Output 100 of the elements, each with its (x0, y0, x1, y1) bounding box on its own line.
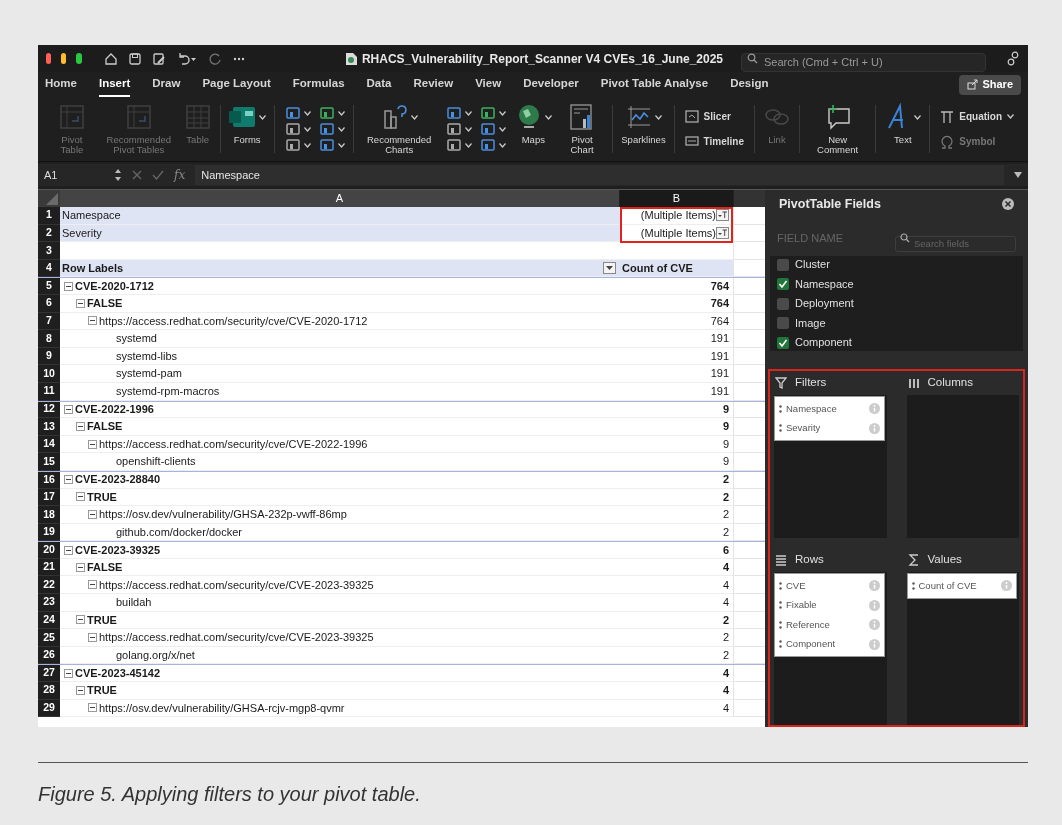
insert-option-button[interactable] (318, 122, 344, 136)
caret-icon[interactable] (258, 114, 266, 120)
caret-icon[interactable] (499, 110, 507, 116)
field-label[interactable]: Component (795, 334, 852, 351)
collapse-icon[interactable] (76, 298, 85, 308)
caret-icon[interactable] (337, 110, 345, 116)
name-box[interactable]: A1 (44, 166, 104, 184)
insert-option-button[interactable] (284, 122, 309, 136)
people-icon[interactable] (1006, 50, 1020, 67)
row-header[interactable]: 16 (38, 471, 60, 489)
drop-zone[interactable]: Count of CVE (906, 572, 1019, 725)
row-header[interactable]: 10 (38, 365, 60, 383)
caret-icon[interactable] (544, 114, 552, 120)
caret-icon[interactable] (914, 114, 922, 120)
caret-icon[interactable] (465, 110, 473, 116)
checkbox[interactable] (777, 317, 789, 329)
insert-option-button[interactable] (446, 122, 471, 136)
insert-option-button[interactable] (318, 138, 344, 152)
caret-icon[interactable] (499, 126, 507, 132)
column-header[interactable]: B (620, 190, 733, 207)
row-header[interactable]: 28 (38, 682, 60, 700)
row-header[interactable]: 25 (38, 629, 60, 647)
insert-option-button[interactable] (480, 138, 505, 152)
expand-icon[interactable] (1014, 172, 1022, 178)
ribbon-button[interactable]: Text (880, 101, 926, 157)
field-label[interactable]: Deployment (795, 295, 854, 312)
insert-option-button[interactable] (284, 138, 309, 152)
field-chip[interactable]: CVE (775, 576, 884, 596)
ribbon-button[interactable]: Maps (510, 101, 556, 157)
ribbon-tab[interactable]: Home (45, 72, 77, 97)
ribbon-tab[interactable]: Formulas (292, 72, 345, 97)
collapse-icon[interactable] (88, 439, 97, 449)
maximize-button[interactable] (76, 53, 82, 64)
minimize-button[interactable] (61, 53, 67, 64)
insert-option-button[interactable] (480, 122, 505, 136)
close-button[interactable] (46, 53, 52, 64)
caret-icon[interactable] (337, 126, 345, 132)
ribbon-button[interactable]: Equation (940, 109, 1015, 124)
insert-function-button[interactable]: fx (174, 166, 186, 184)
check-icon[interactable] (152, 170, 164, 180)
row-header[interactable]: 15 (38, 453, 60, 471)
field-chip[interactable]: Count of CVE (907, 576, 1016, 596)
collapse-icon[interactable] (64, 281, 73, 291)
row-header[interactable]: 22 (38, 576, 60, 595)
drop-zone[interactable]: Namespace Sevarity (774, 395, 887, 538)
collapse-icon[interactable] (76, 492, 85, 502)
collapse-icon[interactable] (88, 703, 97, 713)
caret-icon[interactable] (499, 142, 507, 148)
row-header[interactable]: 13 (38, 418, 60, 436)
ribbon-button[interactable]: Sparklines (617, 101, 670, 157)
field-label[interactable]: Image (795, 314, 826, 332)
dropdown-button[interactable] (603, 262, 616, 275)
checkbox[interactable] (777, 297, 789, 310)
save-icon[interactable] (128, 51, 143, 66)
home-icon[interactable] (104, 51, 119, 66)
row-header[interactable]: 3 (38, 242, 60, 260)
filter-button[interactable] (716, 226, 729, 239)
insert-option-button[interactable] (480, 106, 505, 120)
caret-icon[interactable] (654, 114, 662, 120)
collapse-icon[interactable] (76, 615, 85, 625)
insert-option-button[interactable] (446, 106, 471, 120)
checkbox[interactable] (777, 336, 789, 349)
insert-option-button[interactable] (446, 138, 471, 152)
field-chip[interactable]: Sevarity (775, 418, 884, 438)
ribbon-button[interactable]: Pivot Chart (555, 101, 609, 157)
stepper-icon[interactable] (114, 168, 122, 182)
ribbon-tab[interactable]: View (475, 72, 502, 97)
caret-icon[interactable] (303, 110, 311, 116)
edit-icon[interactable] (152, 51, 167, 66)
caret-icon[interactable] (303, 142, 311, 148)
search-field[interactable]: Search (Cmd + Ctrl + U) (741, 52, 986, 72)
ribbon-button[interactable]: Forms (224, 101, 270, 157)
caret-icon[interactable] (410, 114, 418, 120)
field-chip[interactable]: Namespace (775, 399, 884, 419)
insert-option-button[interactable] (318, 106, 344, 120)
caret-icon[interactable] (337, 142, 345, 148)
checkbox[interactable] (777, 278, 789, 290)
field-chip[interactable]: Fixable (775, 595, 884, 615)
share-button[interactable]: Share (959, 74, 1021, 95)
collapse-icon[interactable] (88, 509, 97, 519)
collapse-icon[interactable] (88, 633, 97, 643)
caret-icon[interactable] (465, 126, 473, 132)
row-header[interactable]: 20 (38, 542, 60, 559)
field-chip[interactable]: Reference (775, 615, 884, 635)
collapse-icon[interactable] (88, 316, 97, 326)
checkbox[interactable] (777, 258, 789, 271)
ribbon-button[interactable]: New Comment (803, 101, 872, 157)
drop-zone[interactable]: CVE Fixable Reference Component (774, 572, 887, 725)
ribbon-button[interactable]: Timeline (684, 134, 744, 149)
field-label[interactable]: Namespace (795, 275, 854, 293)
caret-icon[interactable] (303, 126, 311, 132)
ribbon-button[interactable]: Recommended Charts (358, 101, 441, 157)
ribbon-tab[interactable]: Page Layout (202, 72, 271, 97)
row-header[interactable]: 23 (38, 594, 60, 612)
collapse-icon[interactable] (88, 580, 97, 590)
row-header[interactable]: 27 (38, 665, 60, 683)
ribbon-tab[interactable]: Review (413, 72, 454, 97)
collapse-icon[interactable] (76, 562, 85, 572)
ribbon-tab[interactable]: Data (366, 72, 392, 97)
row-header[interactable]: 8 (38, 330, 60, 348)
